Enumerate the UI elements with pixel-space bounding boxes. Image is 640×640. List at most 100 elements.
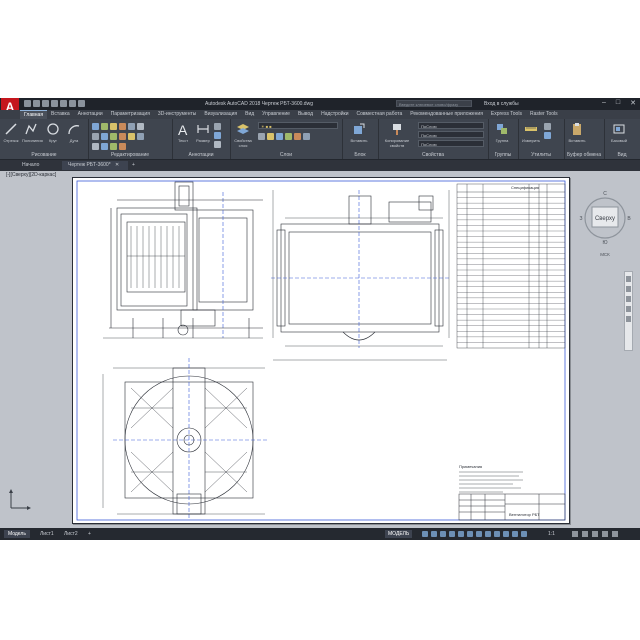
copy-icon[interactable]: [92, 133, 99, 140]
redo-icon[interactable]: [78, 100, 85, 107]
layer-match-icon[interactable]: [294, 133, 301, 140]
close-button[interactable]: ✕: [630, 99, 636, 107]
wcs-menu[interactable]: МСК: [600, 252, 610, 257]
tab-home[interactable]: Главная: [20, 110, 48, 119]
text-button[interactable]: A Текст: [174, 122, 192, 143]
mirror-icon[interactable]: [101, 133, 108, 140]
linetype-dropdown[interactable]: ПоСлою: [418, 131, 484, 138]
chamfer-icon[interactable]: [119, 143, 126, 150]
erase-icon[interactable]: [119, 123, 126, 130]
paste-button[interactable]: Вставить: [568, 122, 586, 143]
open-file-icon[interactable]: [33, 100, 40, 107]
compass-north[interactable]: С: [603, 191, 607, 197]
group-button[interactable]: Группа: [493, 122, 511, 143]
lineweight-dropdown[interactable]: ПоСлою: [418, 140, 484, 147]
print-icon[interactable]: [60, 100, 67, 107]
save-as-icon[interactable]: [51, 100, 58, 107]
match-properties-button[interactable]: Копирование свойств: [382, 122, 412, 148]
orbit-icon[interactable]: [626, 306, 631, 312]
isolate-objects-icon[interactable]: [582, 531, 588, 537]
close-tab-icon[interactable]: ✕: [115, 162, 119, 168]
selection-cycling-icon[interactable]: [503, 531, 509, 537]
layer-off-icon[interactable]: [258, 133, 265, 140]
settings-gear-icon[interactable]: [572, 531, 578, 537]
object-snap-tracking-icon[interactable]: [467, 531, 473, 537]
annotation-visibility-icon[interactable]: [512, 531, 518, 537]
array-icon[interactable]: [128, 123, 135, 130]
workspace-gear-icon[interactable]: [521, 531, 527, 537]
pan-icon[interactable]: [626, 286, 631, 292]
insert-block-button[interactable]: Вставить: [350, 122, 368, 143]
tab-express-tools[interactable]: Express Tools: [487, 110, 526, 119]
tab-start[interactable]: Начало: [16, 161, 45, 170]
customize-menu-icon[interactable]: [612, 531, 618, 537]
lineweight-icon[interactable]: [485, 531, 491, 537]
tab-raster-tools[interactable]: Raster Tools: [526, 110, 562, 119]
layer-properties-button[interactable]: Свойства слоя: [232, 122, 254, 148]
rotate-icon[interactable]: [101, 123, 108, 130]
save-icon[interactable]: [42, 100, 49, 107]
select-all-icon[interactable]: [544, 132, 551, 139]
new-file-icon[interactable]: [24, 100, 31, 107]
polar-icon[interactable]: [449, 531, 455, 537]
measure-button[interactable]: Измерить: [522, 122, 540, 143]
stretch-icon[interactable]: [128, 133, 135, 140]
grid-icon[interactable]: [422, 531, 428, 537]
quick-select-icon[interactable]: [544, 123, 551, 130]
tab-model[interactable]: Модель: [4, 530, 30, 538]
dimension-button[interactable]: Размер: [194, 122, 212, 143]
object-snap-icon[interactable]: [476, 531, 482, 537]
line-button[interactable]: Отрезок: [2, 122, 20, 143]
explode-icon[interactable]: [119, 133, 126, 140]
clean-screen-icon[interactable]: [602, 531, 608, 537]
tab-annotate[interactable]: Аннотации: [74, 110, 107, 119]
model-space-toggle[interactable]: МОДЕЛЬ: [385, 530, 413, 538]
fillet-icon[interactable]: [110, 133, 117, 140]
drawing-canvas[interactable]: [-][Сверху][2D-каркас] Спецификация Прим…: [0, 171, 640, 528]
tab-featured-apps[interactable]: Рекомендованные приложения: [406, 110, 487, 119]
scale-icon[interactable]: [137, 133, 144, 140]
compass-west[interactable]: З: [579, 216, 582, 222]
tab-output[interactable]: Вывод: [294, 110, 317, 119]
undo-icon[interactable]: [69, 100, 76, 107]
viewcube-face-label[interactable]: Сверху: [595, 216, 615, 222]
viewport-controls[interactable]: [-][Сверху][2D-каркас]: [6, 172, 56, 178]
move-icon[interactable]: [92, 123, 99, 130]
arc-button[interactable]: Дуга: [65, 122, 83, 143]
extend-icon[interactable]: [92, 143, 99, 150]
isodraft-icon[interactable]: [458, 531, 464, 537]
tab-addins[interactable]: Надстройки: [317, 110, 352, 119]
markup-icon[interactable]: [214, 141, 221, 148]
compass-east[interactable]: В: [627, 216, 631, 222]
join-icon[interactable]: [101, 143, 108, 150]
maximize-button[interactable]: □: [616, 99, 620, 107]
compass-south[interactable]: Ю: [602, 240, 607, 246]
tab-parametric[interactable]: Параметризация: [107, 110, 154, 119]
tab-3d-tools[interactable]: 3D-инструменты: [154, 110, 200, 119]
annotation-scale[interactable]: 1:1: [548, 530, 555, 538]
offset-icon[interactable]: [137, 123, 144, 130]
table-icon[interactable]: [214, 132, 221, 139]
tab-visualize[interactable]: Визуализация: [200, 110, 241, 119]
ortho-icon[interactable]: [440, 531, 446, 537]
snap-icon[interactable]: [431, 531, 437, 537]
tab-insert[interactable]: Вставка: [47, 110, 74, 119]
layer-dropdown[interactable]: ☀ ■ ■: [258, 122, 338, 129]
steering-wheel-icon[interactable]: [626, 276, 631, 282]
add-layout-button[interactable]: +: [84, 530, 95, 538]
transparency-icon[interactable]: [494, 531, 500, 537]
layer-current-icon[interactable]: [285, 133, 292, 140]
new-tab-button[interactable]: +: [126, 161, 141, 170]
tab-collaborate[interactable]: Совместная работа: [353, 110, 407, 119]
tab-layout1[interactable]: Лист1: [36, 530, 58, 538]
trim-icon[interactable]: [110, 123, 117, 130]
minimize-button[interactable]: –: [602, 99, 606, 107]
tab-manage[interactable]: Управление: [258, 110, 294, 119]
polyline-button[interactable]: Полилиния: [22, 122, 43, 143]
leader-icon[interactable]: [214, 123, 221, 130]
tab-view[interactable]: Вид: [241, 110, 258, 119]
hardware-acceleration-icon[interactable]: [592, 531, 598, 537]
search-input[interactable]: Введите ключевое слово/фразу: [396, 100, 472, 107]
layer-isolate-icon[interactable]: [303, 133, 310, 140]
viewcube[interactable]: Сверху С В Ю З МСК: [578, 183, 632, 263]
